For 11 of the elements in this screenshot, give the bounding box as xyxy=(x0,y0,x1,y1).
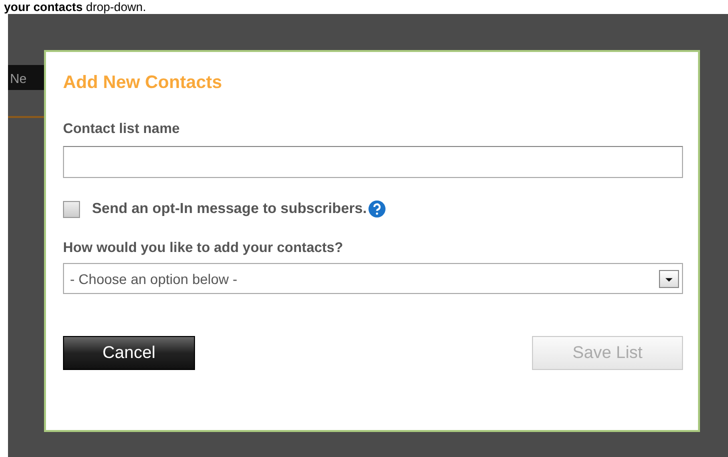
instruction-text: your contacts drop-down. xyxy=(3,0,148,14)
new-button[interactable]: Ne xyxy=(8,65,44,90)
help-icon[interactable] xyxy=(368,200,386,218)
opt-in-checkbox[interactable] xyxy=(63,200,80,218)
method-dropdown[interactable]: - Choose an option below - xyxy=(63,263,683,294)
checkbox-label: Send an opt-In message to subscribers. xyxy=(92,201,367,217)
cancel-button[interactable]: Cancel xyxy=(63,336,195,370)
field-label: Contact list name xyxy=(63,119,181,138)
list-name-field[interactable] xyxy=(63,146,683,178)
dialog-title: Add New Contacts xyxy=(63,71,224,94)
question-label: How would you like to add your contacts? xyxy=(63,238,344,257)
